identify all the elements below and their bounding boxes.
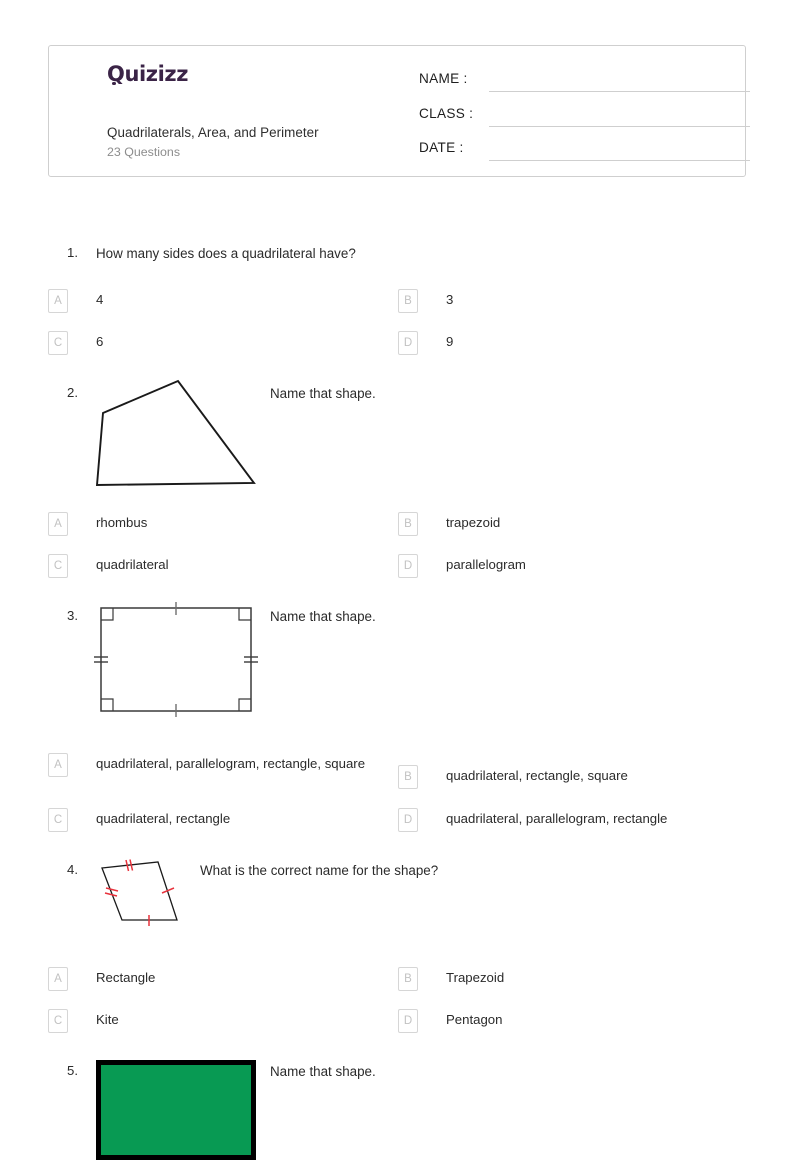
option-letter-badge: B [398,765,418,789]
option-text: trapezoid [446,515,501,530]
name-field-row: NAME : [419,66,750,101]
logo-q-glyph: Quizizz [107,62,188,86]
class-field-input[interactable] [489,125,750,127]
option-text: Rectangle [96,970,156,985]
question-text: What is the correct name for the shape? [200,863,439,878]
question-number: 2. [67,385,78,400]
option-text: rhombus [96,515,148,530]
option-text: Kite [96,1012,119,1027]
option-letter-badge: D [398,808,418,832]
option-letter-badge: D [398,331,418,355]
question-text: Name that shape. [270,609,376,624]
option-text: 3 [446,292,454,307]
header-left-block: Quizizz Quadrilaterals, Area, and Perime… [59,46,409,176]
option-text: 6 [96,334,104,349]
option-text: quadrilateral, rectangle, square [446,768,628,783]
option-letter-badge: B [398,289,418,313]
question-number: 3. [67,608,78,623]
figure-rectangle-with-marks [92,600,264,722]
question-text: Name that shape. [270,386,376,401]
option-text: parallelogram [446,557,526,572]
option-letter-badge: C [48,331,68,355]
date-field-label: DATE : [419,140,464,155]
question-text: Name that shape. [270,1064,376,1079]
question-number: 5. [67,1063,78,1078]
worksheet-header: Quizizz Quadrilaterals, Area, and Perime… [48,45,750,177]
rectangle-with-marks-shape [94,602,258,717]
logo-dot-icon [112,81,116,85]
figure-green-rectangle [96,1060,256,1160]
option-text: quadrilateral, parallelogram, rectangle,… [96,756,366,771]
logo-text: Quizizz [107,62,189,86]
option-letter-badge: C [48,808,68,832]
date-field-row: DATE : [419,135,750,170]
option-letter-badge: B [398,512,418,536]
option-letter-badge: B [398,967,418,991]
option-letter-badge: D [398,554,418,578]
quizizz-logo: Quizizz [107,62,188,86]
option-letter-badge: A [48,753,68,777]
page-title: Quadrilaterals, Area, and Perimeter [107,125,319,140]
option-letter-badge: C [48,554,68,578]
class-field-row: CLASS : [419,101,750,136]
option-letter-badge: A [48,289,68,313]
question-count-label: 23 Questions [107,145,181,159]
question-number: 4. [67,862,78,877]
name-field-input[interactable] [489,91,750,92]
irregular-quadrilateral-shape [95,379,256,486]
option-text: Pentagon [446,1012,503,1027]
option-text: quadrilateral, rectangle [96,811,231,826]
name-field-label: NAME : [419,71,468,86]
option-text: quadrilateral, parallelogram, rectangle [446,811,668,826]
option-letter-badge: A [48,967,68,991]
option-letter-badge: D [398,1009,418,1033]
option-letter-badge: A [48,512,68,536]
kite-with-red-marks-shape [101,859,178,926]
option-letter-badge: C [48,1009,68,1033]
figure-kite-with-red-marks [95,855,190,930]
student-info-fields: NAME : CLASS : DATE : [419,66,750,170]
figure-irregular-quadrilateral [88,373,268,493]
option-text: quadrilateral [96,557,169,572]
option-text: Trapezoid [446,970,505,985]
question-number: 1. [67,245,78,260]
option-text: 9 [446,334,454,349]
option-text: 4 [96,292,104,307]
question-text: How many sides does a quadrilateral have… [96,246,356,261]
date-field-input[interactable] [489,160,750,161]
class-field-label: CLASS : [419,105,474,121]
